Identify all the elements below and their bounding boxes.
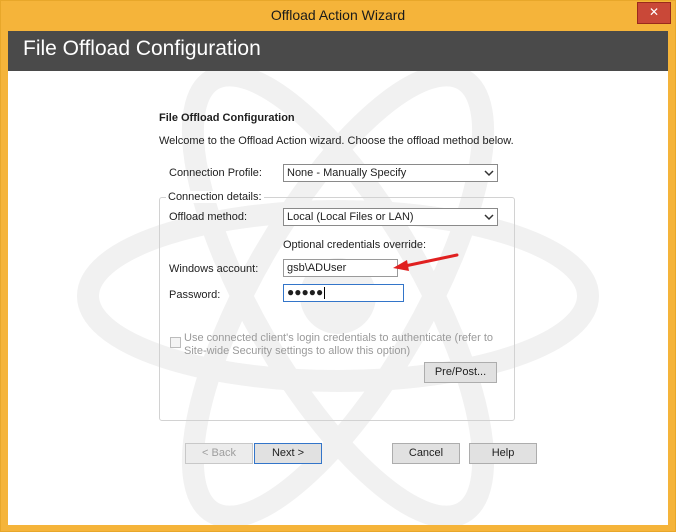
help-button[interactable]: Help — [469, 443, 537, 464]
connection-details-legend: Connection details: — [166, 191, 264, 203]
connection-profile-label: Connection Profile: — [169, 167, 262, 179]
page-title: File Offload Configuration — [23, 37, 261, 60]
offload-method-select[interactable]: Local (Local Files or LAN) — [283, 208, 498, 226]
section-heading: File Offload Configuration — [159, 112, 295, 124]
connection-profile-value: None - Manually Specify — [287, 167, 407, 179]
offload-method-value: Local (Local Files or LAN) — [287, 211, 414, 223]
red-arrow-annotation — [393, 253, 459, 271]
header-band: File Offload Configuration — [8, 31, 668, 71]
chevron-down-icon — [484, 166, 494, 183]
chevron-down-icon — [484, 210, 494, 227]
wizard-client-area: File Offload Configuration File Offload … — [8, 31, 668, 525]
offload-method-label: Offload method: — [169, 211, 248, 223]
prepost-button[interactable]: Pre/Post... — [424, 362, 497, 383]
windows-account-input[interactable]: gsb\ADUser — [283, 259, 398, 277]
cancel-button[interactable]: Cancel — [392, 443, 460, 464]
back-button[interactable]: < Back — [185, 443, 253, 464]
close-icon: ✕ — [648, 5, 660, 19]
intro-text: Welcome to the Offload Action wizard. Ch… — [159, 135, 514, 147]
password-label: Password: — [169, 289, 221, 301]
use-client-credentials-line2: Site-wide Security settings to allow thi… — [184, 345, 411, 357]
credentials-caption: Optional credentials override: — [283, 239, 427, 251]
password-input[interactable]: ●●●●● — [283, 284, 404, 302]
password-masked: ●●●●● — [287, 285, 326, 299]
use-client-credentials-checkbox[interactable] — [170, 337, 181, 348]
title-bar: Offload Action Wizard ✕ — [1, 1, 675, 31]
connection-details-groupbox — [159, 197, 515, 421]
use-client-credentials-line1: Use connected client's login credentials… — [184, 332, 494, 344]
windows-account-label: Windows account: — [169, 263, 259, 275]
next-button[interactable]: Next > — [254, 443, 322, 464]
connection-profile-select[interactable]: None - Manually Specify — [283, 164, 498, 182]
window-title: Offload Action Wizard — [270, 7, 406, 23]
wizard-window: Offload Action Wizard ✕ File Offload Con… — [0, 0, 676, 532]
close-button[interactable]: ✕ — [637, 2, 671, 24]
windows-account-value: gsb\ADUser — [287, 262, 347, 274]
